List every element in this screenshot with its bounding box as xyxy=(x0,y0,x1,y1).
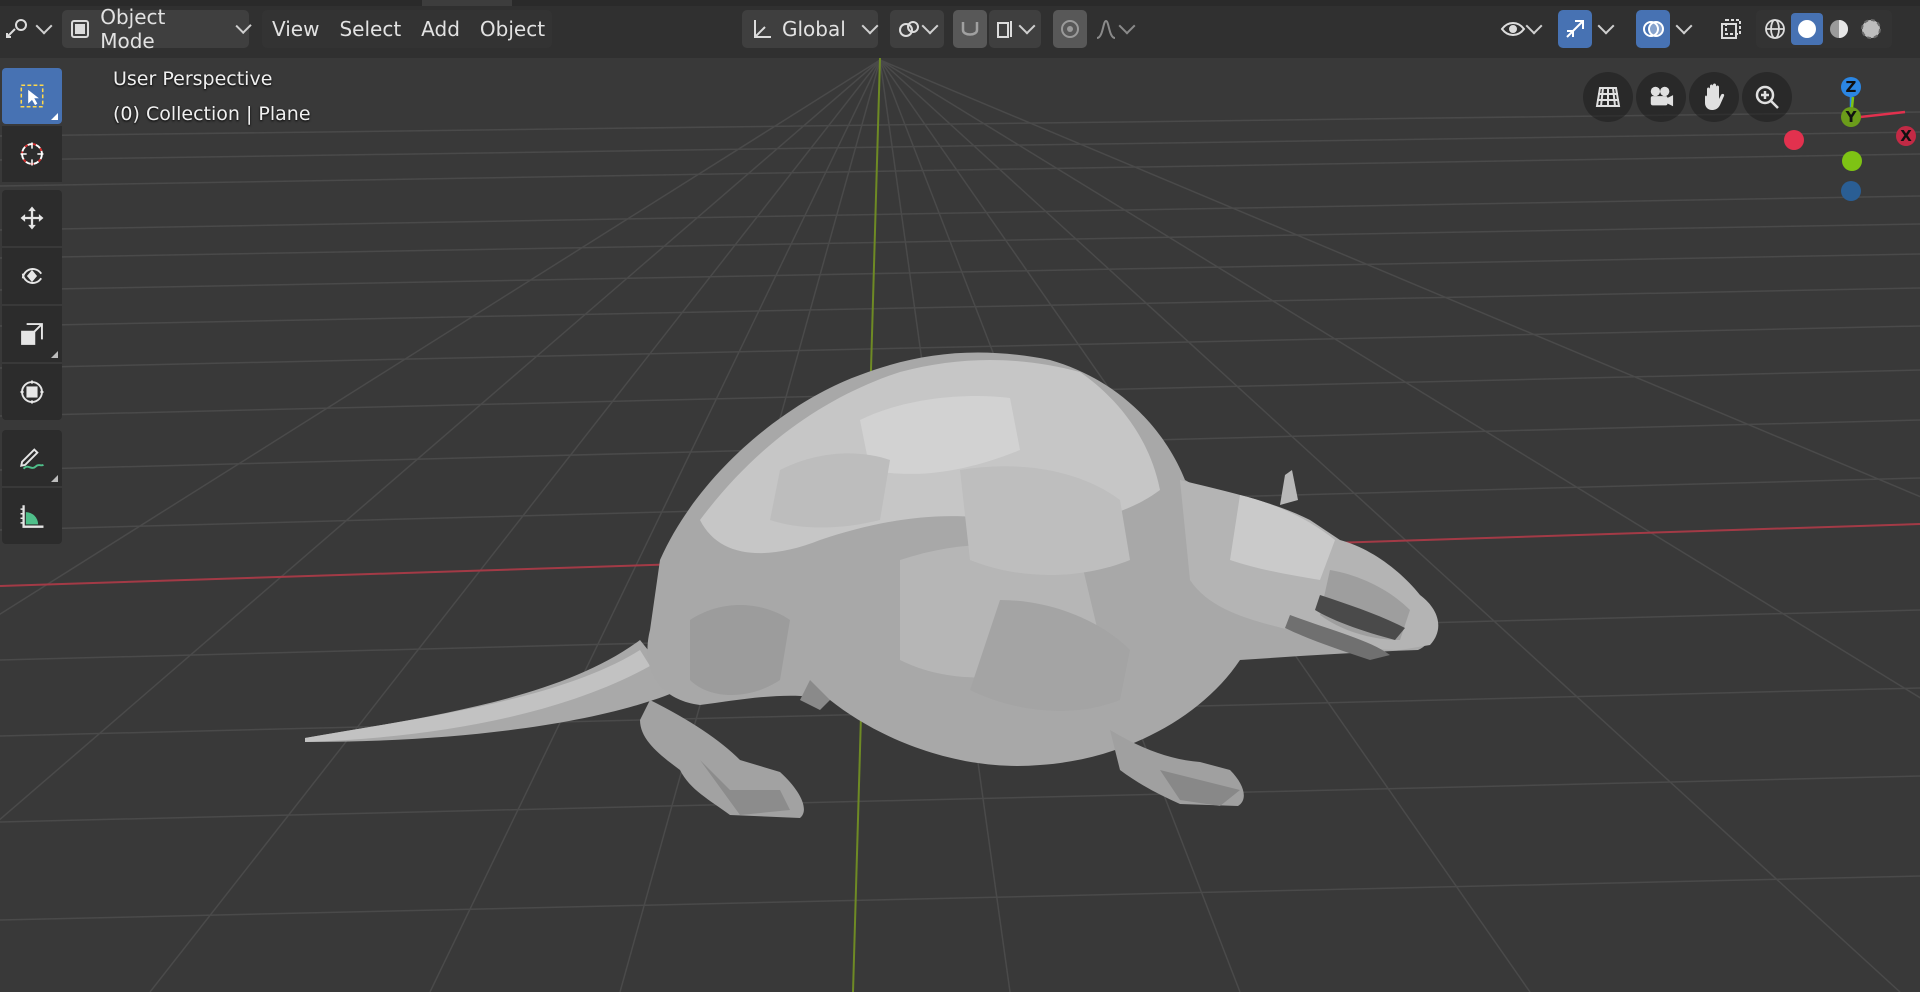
select-box-icon xyxy=(19,83,45,109)
snap-toggle[interactable] xyxy=(953,10,987,48)
gizmo-x-label: X xyxy=(1900,127,1912,145)
collection-info-label: (0) Collection | Plane xyxy=(113,103,311,125)
proportional-editing-toggle[interactable] xyxy=(1053,10,1087,48)
chevron-down-icon xyxy=(1597,17,1615,35)
camera-view-button[interactable] xyxy=(1636,72,1686,122)
gizmo-z-axis[interactable]: Z xyxy=(1841,77,1861,97)
chevron-down-icon xyxy=(1118,17,1136,35)
xray-toggle[interactable] xyxy=(1714,10,1748,48)
transform-tool[interactable] xyxy=(2,364,62,420)
proportional-edit-icon xyxy=(1057,16,1083,42)
scale-tool[interactable] xyxy=(2,306,62,362)
overlays-icon xyxy=(1640,16,1666,42)
chevron-down-icon xyxy=(1018,17,1036,35)
gizmo-y-axis[interactable]: Y xyxy=(1841,107,1861,127)
editor-type-icon xyxy=(4,16,30,42)
annotate-tool[interactable] xyxy=(2,430,62,486)
hand-pan-icon xyxy=(1701,83,1727,110)
gizmo-z-label: Z xyxy=(1845,78,1857,96)
gizmo-neg-z-axis[interactable] xyxy=(1841,181,1861,201)
shading-mode-group xyxy=(1756,10,1892,48)
perspective-grid-icon xyxy=(1595,84,1621,110)
header-menu-bar: View Select Add Object xyxy=(262,10,552,48)
active-workspace-tab-marker xyxy=(422,0,512,6)
chevron-down-icon xyxy=(1675,17,1693,35)
navigation-gizmo[interactable]: Z Y X xyxy=(1780,70,1920,210)
viewport-canvas[interactable] xyxy=(0,0,1920,992)
object-mode-label: Object Mode xyxy=(100,5,166,53)
object-mode-icon xyxy=(68,16,92,42)
visibility-dropdown[interactable] xyxy=(1496,10,1548,48)
rendered-shading-icon[interactable] xyxy=(1855,13,1887,45)
scale-icon xyxy=(19,321,45,347)
viewport-header: Object Mode View Select Add Object Globa… xyxy=(0,0,1920,58)
tool-options-corner xyxy=(51,351,58,358)
menu-object[interactable]: Object xyxy=(470,10,555,48)
annotate-icon xyxy=(19,445,45,471)
cursor-icon xyxy=(19,141,45,167)
gizmo-x-axis[interactable]: X xyxy=(1896,126,1916,146)
select-box-tool[interactable] xyxy=(2,68,62,124)
camera-icon xyxy=(1648,84,1674,110)
menu-select[interactable]: Select xyxy=(329,10,411,48)
view-name-label: User Perspective xyxy=(113,68,273,90)
menu-add[interactable]: Add xyxy=(411,10,470,48)
move-tool[interactable] xyxy=(2,190,62,246)
rotate-icon xyxy=(19,263,45,289)
toggle-perspective-button[interactable] xyxy=(1583,72,1633,122)
chevron-down-icon xyxy=(861,17,879,35)
falloff-dropdown[interactable] xyxy=(1089,10,1141,48)
solid-shading-icon[interactable] xyxy=(1791,13,1823,45)
chevron-down-icon xyxy=(35,17,53,35)
workspace-tab-strip xyxy=(0,0,1920,6)
rotate-tool[interactable] xyxy=(2,248,62,304)
gizmo-neg-x-axis[interactable] xyxy=(1784,130,1804,150)
wireframe-shading-icon[interactable] xyxy=(1759,13,1791,45)
tool-options-corner xyxy=(51,113,58,120)
measure-icon xyxy=(19,503,45,529)
3d-viewport[interactable]: User Perspective (0) Collection | Plane … xyxy=(0,0,1920,992)
overlays-dropdown[interactable] xyxy=(1672,10,1700,48)
menu-view[interactable]: View xyxy=(262,10,329,48)
falloff-curve-icon xyxy=(1093,16,1119,42)
overlays-toggle[interactable] xyxy=(1636,10,1670,48)
chevron-down-icon xyxy=(921,17,939,35)
chevron-down-icon xyxy=(235,17,252,35)
cursor-tool[interactable] xyxy=(2,126,62,182)
gizmo-toggle[interactable] xyxy=(1558,10,1592,48)
tool-options-corner xyxy=(51,475,58,482)
pivot-link-icon xyxy=(896,16,922,42)
gizmo-icon xyxy=(1562,16,1588,42)
transform-icon xyxy=(19,379,45,405)
transform-orientation-dropdown[interactable]: Global xyxy=(742,10,879,48)
xray-icon xyxy=(1718,16,1744,42)
orientation-axes-icon xyxy=(748,16,774,42)
gizmo-y-label: Y xyxy=(1845,108,1857,126)
snap-target-dropdown[interactable] xyxy=(989,10,1041,48)
move-icon xyxy=(19,205,45,231)
zoom-icon xyxy=(1754,84,1780,110)
magnet-icon xyxy=(957,16,983,42)
transform-orientation-label: Global xyxy=(782,17,846,41)
gizmo-dropdown[interactable] xyxy=(1594,10,1622,48)
eye-icon xyxy=(1500,16,1526,42)
material-preview-shading-icon[interactable] xyxy=(1823,13,1855,45)
gizmo-neg-y-axis[interactable] xyxy=(1842,151,1862,171)
measure-tool[interactable] xyxy=(2,488,62,544)
editor-type-button[interactable] xyxy=(4,10,53,48)
snap-increment-icon xyxy=(993,16,1019,42)
object-mode-dropdown[interactable]: Object Mode xyxy=(62,5,252,53)
pivot-point-dropdown[interactable] xyxy=(890,10,944,48)
pan-view-button[interactable] xyxy=(1689,72,1739,122)
chevron-down-icon xyxy=(1525,17,1543,35)
